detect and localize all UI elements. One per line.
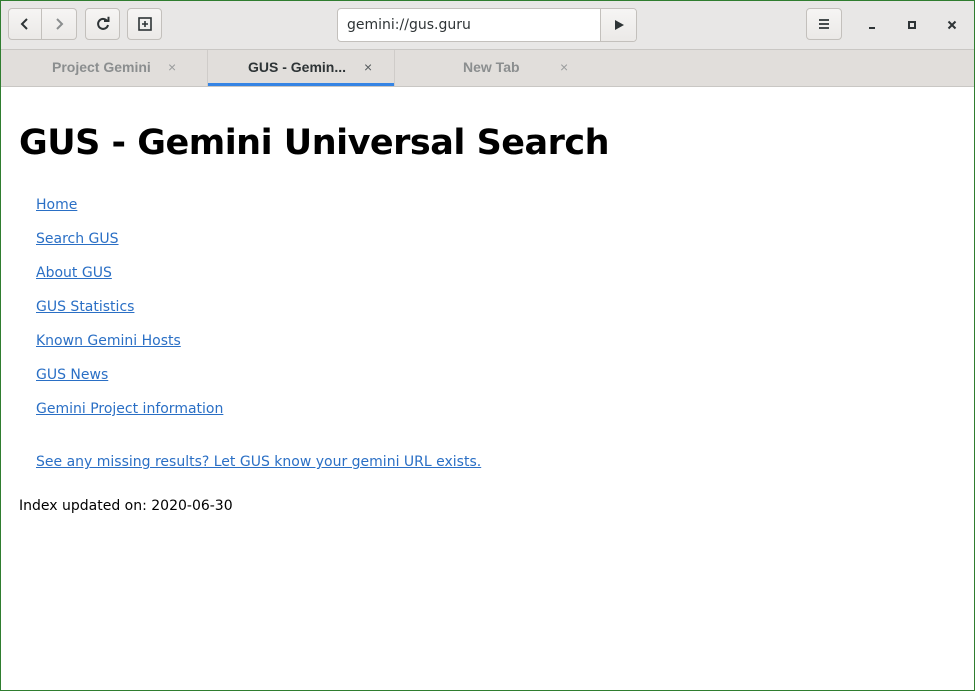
play-icon — [614, 20, 624, 30]
forward-button[interactable] — [42, 8, 77, 40]
close-window-button[interactable] — [940, 13, 964, 37]
go-button[interactable] — [600, 9, 636, 41]
link-gemini-project-information[interactable]: Gemini Project information — [36, 401, 223, 417]
link-home[interactable]: Home — [36, 197, 77, 213]
tab-new-tab[interactable]: New Tab × — [395, 50, 595, 86]
minimize-icon — [869, 27, 875, 29]
tab-close-icon[interactable]: × — [364, 59, 372, 75]
address-bar — [337, 8, 637, 42]
page-title: GUS - Gemini Universal Search — [19, 123, 610, 163]
tab-label: Project Gemini — [52, 59, 151, 75]
tab-gus[interactable]: GUS - Gemin... × — [208, 50, 394, 86]
chevron-left-icon — [20, 18, 28, 30]
close-icon — [947, 20, 957, 30]
link-search-gus[interactable]: Search GUS — [36, 231, 119, 247]
index-updated-text: Index updated on: 2020-06-30 — [19, 498, 233, 514]
tab-bar: Project Gemini × GUS - Gemin... × New Ta… — [1, 50, 974, 87]
link-known-gemini-hosts[interactable]: Known Gemini Hosts — [36, 333, 181, 349]
hamburger-menu-icon — [819, 19, 829, 29]
tab-close-icon[interactable]: × — [560, 59, 568, 75]
maximize-icon — [908, 21, 916, 29]
back-button[interactable] — [8, 8, 42, 40]
tab-close-icon[interactable]: × — [168, 59, 176, 75]
link-gus-statistics[interactable]: GUS Statistics — [36, 299, 134, 315]
chevron-right-icon — [56, 18, 64, 30]
link-missing-results[interactable]: See any missing results? Let GUS know yo… — [36, 454, 481, 470]
page-content: GUS - Gemini Universal Search Home Searc… — [1, 87, 974, 690]
new-tab-icon — [137, 17, 152, 31]
new-tab-button[interactable] — [127, 8, 162, 40]
url-input[interactable] — [338, 9, 602, 41]
reload-button[interactable] — [85, 8, 120, 40]
link-gus-news[interactable]: GUS News — [36, 367, 108, 383]
link-about-gus[interactable]: About GUS — [36, 265, 112, 281]
tab-project-gemini[interactable]: Project Gemini × — [1, 50, 207, 86]
header-bar — [1, 1, 974, 50]
tab-label: GUS - Gemin... — [248, 59, 347, 75]
reload-icon — [96, 16, 109, 30]
maximize-button[interactable] — [900, 13, 924, 37]
browser-window: Project Gemini × GUS - Gemin... × New Ta… — [0, 0, 975, 691]
minimize-button[interactable] — [860, 13, 884, 37]
tab-label: New Tab — [463, 59, 520, 75]
main-menu-button[interactable] — [806, 8, 842, 40]
